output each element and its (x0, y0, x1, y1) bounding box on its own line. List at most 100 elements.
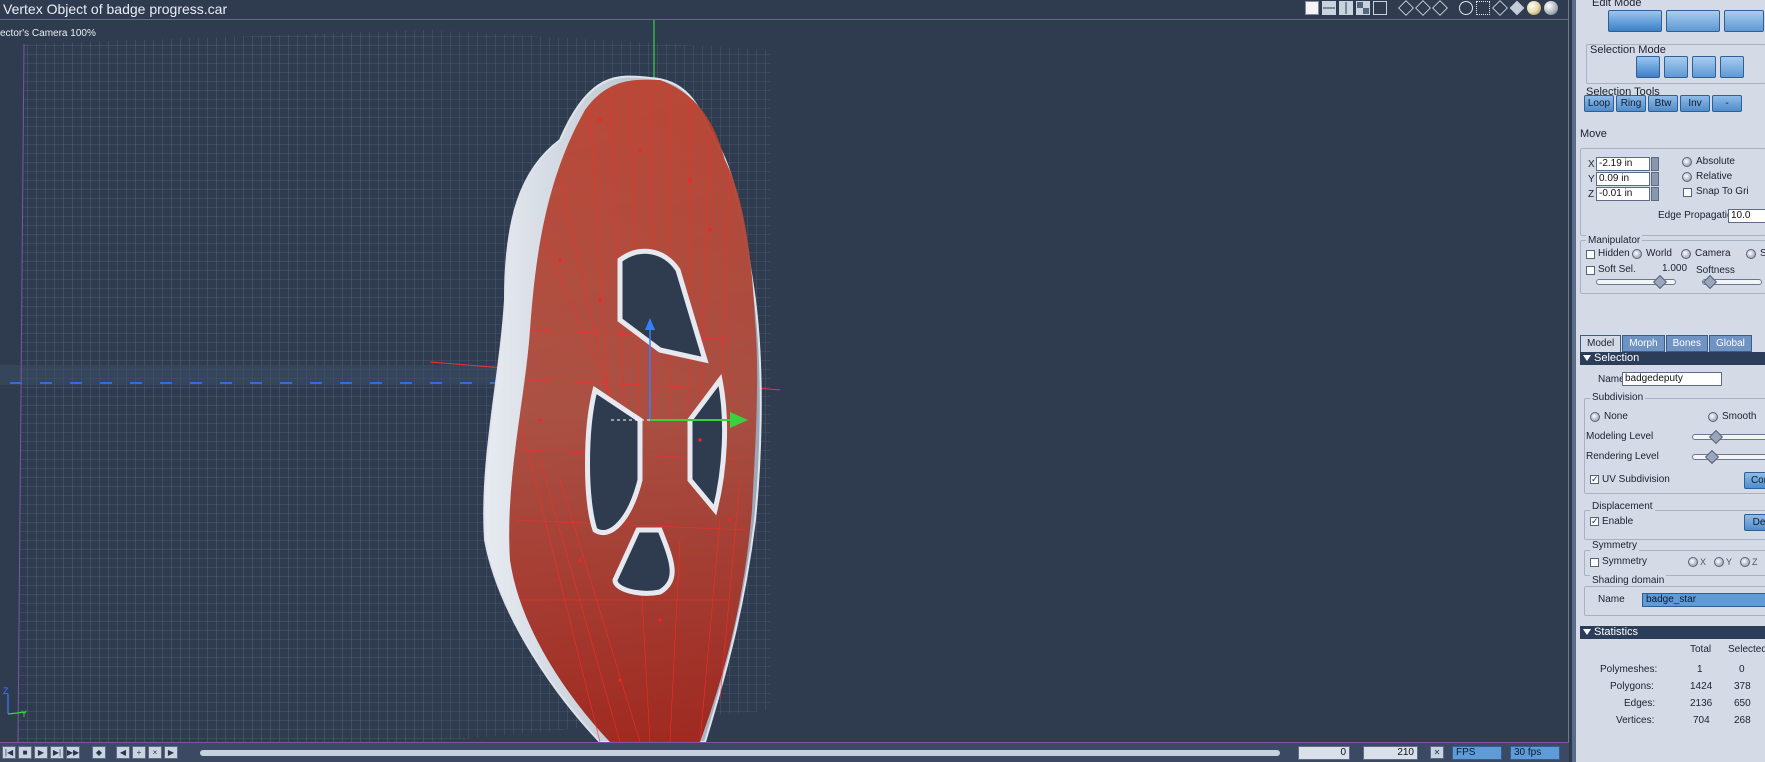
go-end-button[interactable]: ▶▶ (66, 746, 80, 759)
edit-mode-object-button[interactable] (1608, 10, 1662, 32)
four-view-icon[interactable] (1356, 1, 1370, 15)
camera-radio[interactable] (1681, 249, 1691, 259)
next-frame-button[interactable]: ▶| (50, 746, 64, 759)
two-view-icon[interactable] (1322, 1, 1336, 15)
go-start-button[interactable]: |◀ (2, 746, 16, 759)
selection-section-header[interactable]: Selection (1580, 352, 1765, 365)
textured-cube-icon[interactable] (1432, 0, 1448, 16)
camera-label[interactable]: ector's Camera 100% (0, 28, 96, 39)
minus-button[interactable]: - (1712, 95, 1742, 112)
symmetry-y-label: Y (1726, 557, 1733, 567)
loop-button[interactable]: Loop (1584, 95, 1614, 112)
object-name-input[interactable]: badgedeputy (1622, 372, 1722, 386)
stats-polygons-selected: 378 (1734, 681, 1751, 692)
move-z-spinner[interactable] (1651, 187, 1659, 201)
play-button[interactable]: ▶ (34, 746, 48, 759)
displacement-button[interactable]: De (1744, 514, 1765, 531)
stats-selected-header: Selected (1728, 644, 1765, 655)
bounding-box-icon[interactable] (1492, 0, 1508, 16)
softness-slider[interactable] (1702, 274, 1762, 290)
symmetry-z-label: Z (1752, 557, 1758, 567)
edit-mode-vertex-button[interactable] (1666, 10, 1720, 32)
key-add-button[interactable]: + (132, 746, 146, 759)
camera-label-radio: Camera (1695, 248, 1731, 259)
edge-propagation-input[interactable]: 10.0 (1728, 209, 1765, 223)
world-radio[interactable] (1632, 249, 1642, 259)
modeling-level-slider[interactable] (1692, 429, 1765, 445)
tab-morph[interactable]: Morph (1622, 335, 1665, 352)
uv-subdivision-checkbox[interactable]: ✓ (1590, 475, 1599, 484)
subdivision-config-button[interactable]: Cor (1744, 472, 1765, 489)
current-frame-field[interactable]: 0 (1298, 746, 1350, 760)
three-view-icon[interactable] (1339, 1, 1353, 15)
snap-to-grid-checkbox[interactable] (1683, 188, 1692, 197)
move-y-input[interactable]: 0.09 in (1596, 172, 1650, 186)
loop-toggle-button[interactable]: ✕ (1430, 746, 1444, 759)
timeline-scrubber[interactable] (200, 750, 1280, 756)
move-z-input[interactable]: -0.01 in (1596, 187, 1650, 201)
symmetry-x-radio[interactable] (1688, 557, 1698, 567)
stop-button[interactable]: ■ (18, 746, 32, 759)
select-face-mode-button[interactable] (1720, 56, 1744, 78)
select-point-mode-button[interactable] (1664, 56, 1688, 78)
wireframe-cube-icon[interactable] (1398, 0, 1414, 16)
subdivision-none-radio[interactable] (1590, 412, 1600, 422)
symmetry-y-radio[interactable] (1714, 557, 1724, 567)
relative-label: Relative (1696, 171, 1733, 182)
keyframe-button[interactable]: ◆ (92, 746, 106, 759)
single-view-icon[interactable] (1305, 1, 1319, 15)
properties-panel: Edit Mode Selection Mode Selection Tools… (1572, 0, 1765, 762)
quad-grid-icon[interactable] (1373, 1, 1387, 15)
statistics-section-header[interactable]: Statistics (1580, 626, 1765, 639)
sphere-shaded-icon[interactable] (1527, 1, 1541, 15)
transform-icon[interactable] (1476, 1, 1490, 15)
next-key-button[interactable]: ▶ (164, 746, 178, 759)
shading-domain-select[interactable]: badge_star (1642, 593, 1765, 607)
soft-selection-slider[interactable] (1596, 274, 1676, 290)
invert-button[interactable]: Inv (1680, 95, 1710, 112)
select-edge-mode-button[interactable] (1692, 56, 1716, 78)
timeline-bar: |◀ ■ ▶ ▶| ▶▶ ◆ ◀ + × ▶ 0 210 ✕ FPS 30 fp… (0, 742, 1569, 762)
soft-selection-checkbox[interactable] (1586, 266, 1595, 275)
fps-mode-select[interactable]: FPS (1452, 746, 1502, 760)
subdivision-smooth-label: Smooth (1722, 411, 1757, 422)
stats-vertices-label: Vertices: (1616, 715, 1655, 726)
displacement-enable-label: Enable (1602, 516, 1634, 527)
hidden-checkbox[interactable] (1586, 250, 1595, 259)
shading-domain-label: Shading domain (1590, 575, 1667, 586)
ring-button[interactable]: Ring (1616, 95, 1646, 112)
subdivision-smooth-radio[interactable] (1708, 412, 1718, 422)
select-vertex-mode-button[interactable] (1636, 56, 1660, 78)
displacement-enable-checkbox[interactable]: ✓ (1590, 517, 1599, 526)
absolute-label: Absolute (1696, 156, 1735, 167)
relative-radio[interactable] (1682, 172, 1692, 182)
viewport-canvas[interactable] (0, 0, 1569, 742)
navigation-icon[interactable] (1459, 1, 1473, 15)
absolute-radio[interactable] (1682, 157, 1692, 167)
symmetry-checkbox[interactable] (1590, 558, 1599, 567)
key-delete-button[interactable]: × (148, 746, 162, 759)
move-y-spinner[interactable] (1651, 172, 1659, 186)
stats-polymeshes-total: 1 (1697, 664, 1703, 675)
subdivision-none-label: None (1604, 411, 1628, 422)
tab-bones[interactable]: Bones (1665, 335, 1708, 352)
shaded-cube-icon[interactable] (1415, 0, 1431, 16)
screen-label: S (1760, 248, 1765, 259)
fps-select[interactable]: 30 fps (1510, 746, 1560, 760)
stats-vertices-total: 704 (1693, 715, 1710, 726)
prev-key-button[interactable]: ◀ (116, 746, 130, 759)
move-x-spinner[interactable] (1651, 157, 1659, 171)
symmetry-z-radio[interactable] (1740, 557, 1750, 567)
3d-viewport[interactable]: Vertex Object of badge progress.car ecto… (0, 0, 1569, 742)
stats-polygons-label: Polygons: (1610, 681, 1654, 692)
tab-model[interactable]: Model (1580, 335, 1622, 352)
between-button[interactable]: Btw (1648, 95, 1678, 112)
rendering-level-slider[interactable] (1692, 449, 1765, 465)
edit-mode-mesh-button[interactable] (1724, 10, 1764, 32)
screen-radio[interactable] (1746, 249, 1756, 259)
tab-global[interactable]: Global (1708, 335, 1752, 352)
end-frame-field[interactable]: 210 (1363, 746, 1418, 760)
solid-box-icon[interactable] (1509, 0, 1525, 16)
move-x-input[interactable]: -2.19 in (1596, 157, 1650, 171)
sphere-gray-icon[interactable] (1544, 1, 1558, 15)
